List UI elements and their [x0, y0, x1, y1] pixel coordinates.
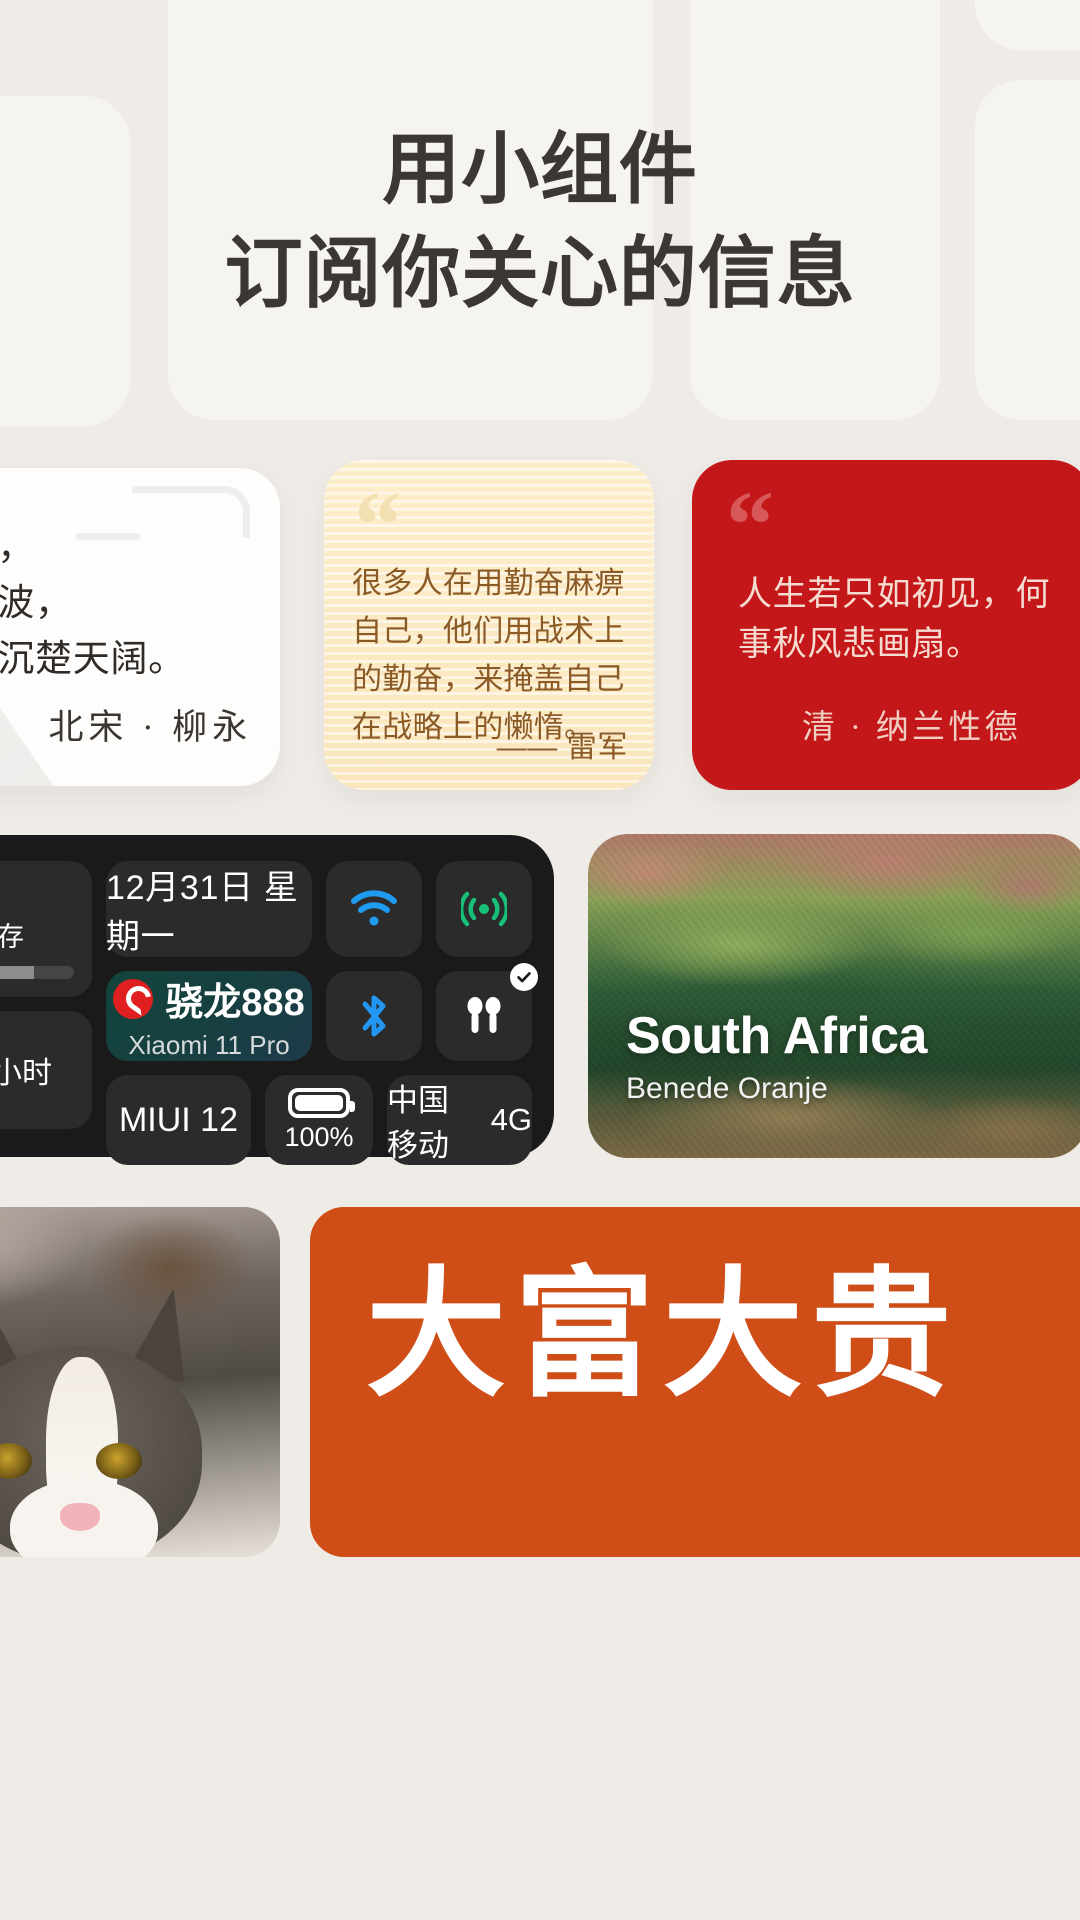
yellow-quote-widget-card[interactable]: “ 很多人在用勤奋麻痹自己，他们用战术上的勤奋，来掩盖自己在战略上的懒惰。 ——… — [324, 460, 654, 790]
panel-left-column: 储存 小时 — [0, 861, 92, 1131]
map-subtitle: Benede Oranje — [626, 1072, 828, 1105]
system-info-row: 储存 小时 12月31日 星期一 — [0, 820, 1080, 1170]
battery-full-icon — [288, 1087, 355, 1118]
storage-tile[interactable]: 储存 — [0, 861, 92, 997]
check-badge-icon — [510, 963, 538, 991]
panel-row-top: 12月31日 星期一 — [106, 861, 532, 957]
bluetooth-icon — [357, 990, 391, 1042]
quote-mark-icon: “ — [726, 471, 774, 578]
bottom-widget-row: 大富大贵 — [0, 1175, 1080, 1920]
page-title: 用小组件 订阅你关心的信息 — [0, 118, 1080, 326]
bluetooth-tile[interactable] — [326, 971, 422, 1061]
hero-section: 用小组件 订阅你关心的信息 — [0, 0, 1080, 450]
hours-label: 小时 — [0, 1057, 52, 1090]
poem-line-2: 千里烟波， — [0, 583, 73, 624]
snapdragon-logo-icon — [113, 978, 154, 1019]
panel-main-column: 12月31日 星期一 骁龙888 Xiaomi 11 Pro MIUI 12 1… — [106, 861, 538, 1165]
network-type-label: 4G — [490, 1102, 532, 1137]
cat-nose — [60, 1503, 100, 1531]
quote-widget-row: 念去去， 千里烟波， 暮霭沉沉楚天阔。 北宋 · 柳永 “ 很多人在用勤奋麻痹自… — [0, 450, 1080, 820]
date-tile[interactable]: 12月31日 星期一 — [106, 861, 312, 957]
panel-row-bottom: MIUI 12 100% 中国移动 4G — [106, 1075, 532, 1165]
image-gradient-overlay — [588, 834, 1080, 1158]
quote-mark-icon: “ — [354, 471, 402, 578]
satellite-map-widget-card[interactable]: South Africa Benede Oranje — [588, 834, 1080, 1158]
storage-label: 储存 — [0, 922, 24, 952]
cellular-signal-icon — [461, 889, 507, 929]
os-version-label: MIUI 12 — [118, 1100, 239, 1139]
date-label: 12月31日 星期一 — [106, 869, 299, 956]
poem-widget-card[interactable]: 念去去， 千里烟波， 暮霭沉沉楚天阔。 北宋 · 柳永 — [0, 468, 280, 786]
headline-line-1: 用小组件 — [382, 126, 698, 213]
poem-author: 北宋 · 柳永 — [48, 708, 252, 747]
carrier-tile[interactable]: 中国移动 4G — [387, 1075, 532, 1165]
panel-row-middle: 骁龙888 Xiaomi 11 Pro — [106, 963, 538, 1061]
poem-line-1: 念去去， — [0, 527, 35, 568]
background-card-4 — [975, 0, 1080, 50]
battery-percent-label: 100% — [284, 1121, 354, 1152]
miui-status-widget-panel[interactable]: 储存 小时 12月31日 星期一 — [0, 835, 554, 1165]
device-name: Xiaomi 11 Pro — [128, 1030, 290, 1060]
quote-author: 清 · 纳兰性德 — [802, 710, 1021, 746]
earbuds-tile[interactable] — [436, 963, 538, 1061]
os-version-tile[interactable]: MIUI 12 — [106, 1075, 251, 1165]
headline-line-2: 订阅你关心的信息 — [224, 230, 856, 317]
quote-author: —— 雷军 — [496, 731, 628, 764]
battery-tile[interactable]: 100% — [265, 1075, 373, 1165]
wifi-icon — [350, 890, 398, 928]
poem-text: 念去去， 千里烟波， 暮霭沉沉楚天阔。 — [0, 520, 280, 688]
cellular-signal-tile[interactable] — [436, 861, 532, 957]
earbuds-icon — [461, 993, 507, 1039]
soc-tile[interactable]: 骁龙888 Xiaomi 11 Pro — [106, 971, 312, 1061]
wifi-tile[interactable] — [326, 861, 422, 957]
quote-text: 人生若只如初见，何事秋风悲画扇。 — [738, 576, 1051, 663]
map-title: South Africa — [626, 1007, 927, 1065]
carrier-label: 中国移动 — [387, 1083, 449, 1163]
fortune-widget-card[interactable]: 大富大贵 — [310, 1207, 1080, 1557]
poem-line-3: 暮霭沉沉楚天阔。 — [0, 639, 186, 680]
hours-tile[interactable]: 小时 — [0, 1011, 92, 1129]
soc-name: 骁龙888 — [165, 982, 305, 1024]
red-quote-widget-card[interactable]: “ 人生若只如初见，何事秋风悲画扇。 清 · 纳兰性德 — [692, 460, 1080, 790]
photo-widget-card[interactable] — [0, 1207, 280, 1557]
soc-header: 骁龙888 — [113, 971, 305, 1026]
storage-progress-bar — [0, 966, 74, 979]
fortune-text: 大富大贵 — [366, 1259, 960, 1414]
cat-eye-right — [96, 1443, 142, 1479]
